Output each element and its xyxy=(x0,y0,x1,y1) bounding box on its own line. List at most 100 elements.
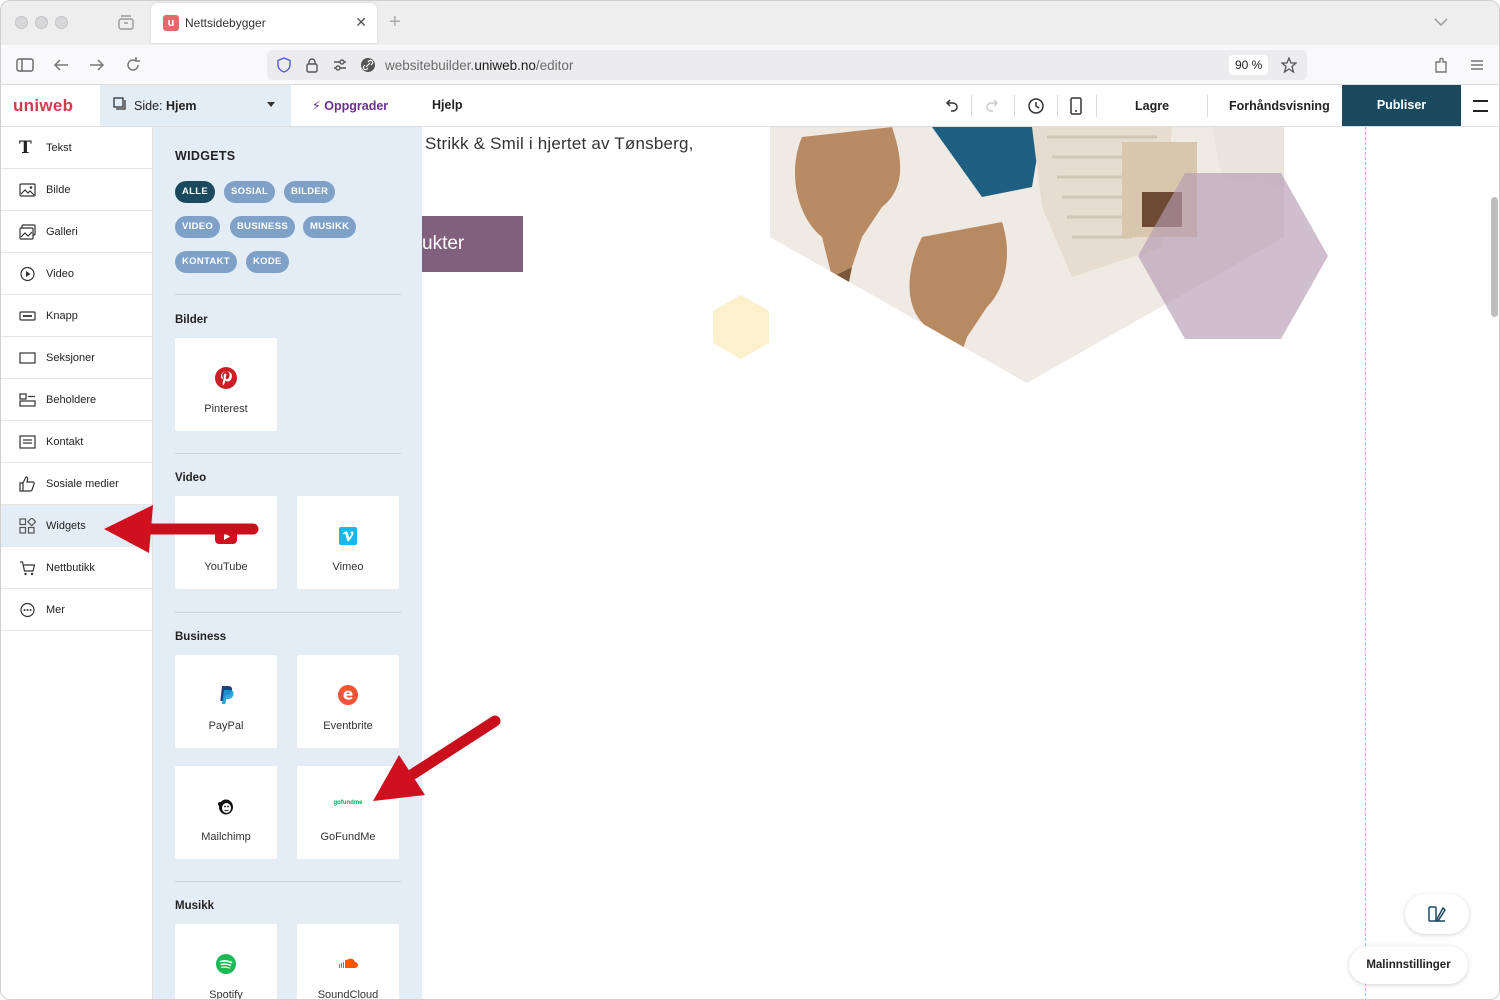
filter-chip-kontakt[interactable]: KONTAKT xyxy=(175,251,237,273)
vimeo-icon xyxy=(339,527,357,545)
sidebar-item-bilde[interactable]: Bilde xyxy=(1,169,152,211)
editor-canvas[interactable]: Strikk & Smil i hjertet av Tønsberg, ukt… xyxy=(422,127,1489,999)
mailchimp-icon xyxy=(218,799,233,815)
paintbrush-icon xyxy=(1428,906,1446,922)
sidebar-item-tekst[interactable]: T Tekst xyxy=(1,127,152,169)
filter-chip-alle[interactable]: ALLE xyxy=(175,181,216,203)
lock-icon[interactable] xyxy=(304,57,320,73)
sidebar-item-sosiale-medier[interactable]: Sosiale medier xyxy=(1,463,152,505)
filter-chip-kode[interactable]: KODE xyxy=(246,251,289,273)
spotify-icon xyxy=(216,954,236,974)
section-title-business: Business xyxy=(175,631,227,643)
browser-tab-active[interactable]: u Nettsidebygger ✕ xyxy=(151,3,377,43)
sidebar-item-kontakt[interactable]: Kontakt xyxy=(1,421,152,463)
sidebar-item-widgets[interactable]: Widgets xyxy=(1,505,152,547)
more-icon xyxy=(20,602,35,618)
browser-window: u Nettsidebygger ✕ + websitebuilder.uniw… xyxy=(0,0,1500,1000)
image-icon xyxy=(19,183,36,197)
widget-card-spotify[interactable]: Spotify xyxy=(175,924,277,999)
site-link-icon xyxy=(361,58,375,72)
uniweb-logo[interactable]: uniweb xyxy=(13,96,73,116)
sidebar-item-galleri[interactable]: Galleri xyxy=(1,211,152,253)
decor-hexagon-yellow xyxy=(713,295,769,359)
extensions-icon[interactable] xyxy=(1431,55,1451,75)
sidebar-toggle-icon[interactable] xyxy=(15,55,35,75)
close-tab-icon[interactable]: ✕ xyxy=(355,14,367,31)
shield-icon[interactable] xyxy=(276,57,292,73)
history-clock-icon[interactable] xyxy=(1026,96,1046,116)
editor-menu-icon[interactable] xyxy=(1473,100,1488,112)
page-icon xyxy=(113,97,126,110)
filter-chip-bilder[interactable]: BILDER xyxy=(284,181,336,203)
preview-button[interactable]: Forhåndsvisning xyxy=(1229,99,1330,113)
filter-chip-musikk[interactable]: MUSIKK xyxy=(303,216,357,238)
decor-hexagon-purple xyxy=(1138,173,1328,339)
video-icon xyxy=(20,266,35,282)
sidebar-item-beholdere[interactable]: Beholdere xyxy=(1,379,152,421)
sidebar-item-mer[interactable]: Mer xyxy=(1,589,152,631)
mobile-view-icon[interactable] xyxy=(1066,96,1086,116)
permissions-icon[interactable] xyxy=(332,57,348,73)
widget-card-vimeo[interactable]: Vimeo xyxy=(297,496,399,589)
text-icon: T xyxy=(19,138,32,158)
button-icon xyxy=(19,311,36,321)
browser-tab-bar: u Nettsidebygger ✕ + xyxy=(1,1,1499,45)
publish-button[interactable]: Publiser xyxy=(1342,85,1461,126)
widget-card-youtube[interactable]: YouTube xyxy=(175,496,277,589)
hero-text[interactable]: Strikk & Smil i hjertet av Tønsberg, xyxy=(425,134,694,154)
design-tools-button[interactable] xyxy=(1405,894,1469,934)
minimize-window-button[interactable] xyxy=(35,16,48,29)
gofundme-logo: gofundme xyxy=(333,800,363,806)
url-text: websitebuilder.uniweb.no/editor xyxy=(385,58,574,73)
cart-icon xyxy=(20,561,36,576)
filter-chip-video[interactable]: VIDEO xyxy=(175,216,221,238)
help-button[interactable]: Hjelp xyxy=(432,98,463,112)
panel-title: WIDGETS xyxy=(175,149,236,163)
thumbs-up-icon xyxy=(19,476,35,492)
element-sidebar: T Tekst Bilde Galleri Video Knapp Seksjo… xyxy=(1,127,153,999)
back-arrow-icon[interactable] xyxy=(51,55,71,75)
soundcloud-icon xyxy=(339,958,358,968)
reload-icon[interactable] xyxy=(123,55,143,75)
tab-title: Nettsidebygger xyxy=(185,16,266,30)
widget-card-pinterest[interactable]: Pinterest xyxy=(175,338,277,431)
page-selector[interactable]: Side: Hjem xyxy=(100,85,291,126)
hero-cta-button[interactable]: ukter xyxy=(422,216,523,272)
filter-chip-business[interactable]: BUSINESS xyxy=(230,216,295,238)
widget-card-paypal[interactable]: PayPal xyxy=(175,655,277,748)
close-window-button[interactable] xyxy=(15,16,28,29)
address-bar[interactable]: websitebuilder.uniweb.no/editor 90 % xyxy=(267,50,1307,80)
browser-menu-icon[interactable] xyxy=(1467,55,1487,75)
zoom-window-button[interactable] xyxy=(55,16,68,29)
upgrade-button[interactable]: ⚡ Oppgrader xyxy=(312,98,388,113)
widget-card-mailchimp[interactable]: Mailchimp xyxy=(175,766,277,859)
containers-icon xyxy=(19,393,36,407)
bookmark-star-icon[interactable] xyxy=(1281,57,1297,73)
filter-chip-sosial[interactable]: SOSIAL xyxy=(224,181,276,203)
template-settings-button[interactable]: Malinnstillinger xyxy=(1349,946,1468,984)
tab-list-chevron-icon[interactable] xyxy=(1434,17,1448,27)
sidebar-item-video[interactable]: Video xyxy=(1,253,152,295)
widgets-panel: WIDGETS ALLE SOSIAL BILDER VIDEO BUSINES… xyxy=(153,127,422,999)
redo-icon[interactable] xyxy=(983,96,1003,116)
sections-icon xyxy=(19,352,36,364)
undo-icon[interactable] xyxy=(941,96,961,116)
new-tab-icon[interactable]: + xyxy=(389,11,401,34)
widget-card-gofundme[interactable]: gofundme GoFundMe xyxy=(297,766,399,859)
sidebar-item-knapp[interactable]: Knapp xyxy=(1,295,152,337)
forward-arrow-icon[interactable] xyxy=(87,55,107,75)
browser-nav-bar: websitebuilder.uniweb.no/editor 90 % xyxy=(1,45,1499,85)
save-button[interactable]: Lagre xyxy=(1135,99,1169,113)
tab-overview-icon[interactable] xyxy=(117,14,135,31)
page-selector-label: Side: Hjem xyxy=(134,99,197,113)
sidebar-item-seksjoner[interactable]: Seksjoner xyxy=(1,337,152,379)
widget-card-soundcloud[interactable]: SoundCloud xyxy=(297,924,399,999)
sidebar-item-nettbutikk[interactable]: Nettbutikk xyxy=(1,547,152,589)
zoom-level-badge[interactable]: 90 % xyxy=(1229,55,1269,75)
paypal-icon xyxy=(220,686,234,704)
canvas-scroll-thumb[interactable] xyxy=(1491,197,1498,317)
contact-icon xyxy=(19,435,36,449)
youtube-icon xyxy=(215,529,237,544)
editor-toolbar: uniweb Side: Hjem ⚡ Oppgrader Hjelp Lagr… xyxy=(1,85,1499,127)
widget-card-eventbrite[interactable]: Eventbrite xyxy=(297,655,399,748)
